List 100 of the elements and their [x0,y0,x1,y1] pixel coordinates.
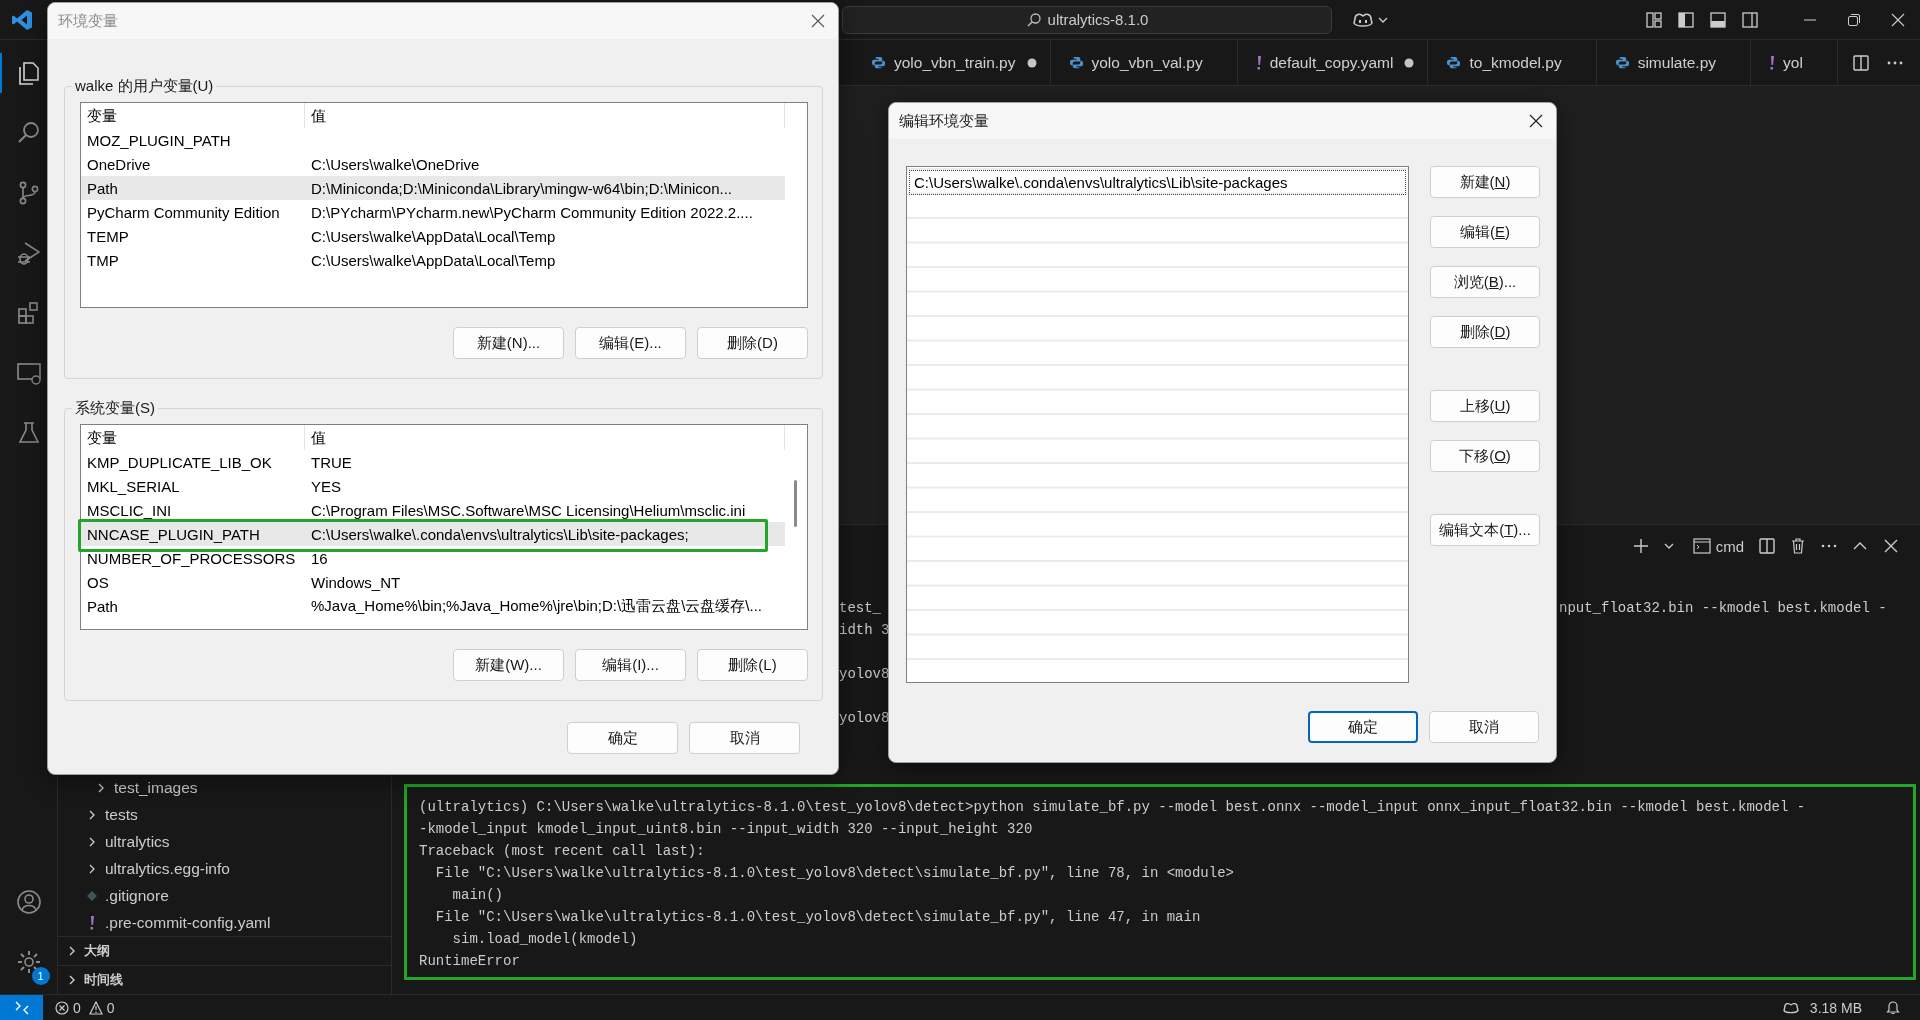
panel-toggle-icon[interactable] [1709,10,1727,29]
list-row[interactable]: OneDrive C:\Users\walke\OneDrive [81,152,785,176]
dialog-button[interactable]: 浏览(B)... [1430,266,1540,298]
editor-tab[interactable]: yol [1751,40,1838,85]
warning-count[interactable]: 0 [106,999,115,1016]
editor-tab[interactable]: yolo_vbn_val.py [1050,40,1238,85]
error-count[interactable]: 0 [73,999,81,1016]
editor-tab[interactable]: default_copy.yaml [1237,40,1429,85]
dialog-button[interactable]: 编辑(E)... [575,327,686,359]
remote-icon [14,1000,29,1015]
variable-name: Path [86,597,119,615]
column-header[interactable]: 变量 [81,425,305,450]
list-row[interactable]: MKL_SERIAL YES [81,474,785,498]
close-icon[interactable] [1528,113,1544,129]
group-title: walke 的用户变量(U) [74,77,215,96]
dialog-button[interactable]: 取消 [1429,711,1539,743]
exclamation-icon [1255,55,1262,70]
bell-icon[interactable] [1886,1000,1900,1015]
dialog-button[interactable]: 编辑(I)... [575,649,686,681]
list-row[interactable]: C:\Users\walke\.conda\envs\ultralytics\Lib\site-packages [909,170,1406,195]
dialog-button[interactable]: 新建(W)... [453,649,564,681]
dialog-button[interactable]: 新建(N) [1430,166,1540,198]
tree-item[interactable]: tests [58,801,391,828]
file-type-icon [1446,55,1462,70]
dialog-button[interactable]: 确定 [567,722,678,754]
terminal-line: File "C:\Users\walke\ultralytics-8.1.0\test_yolov8\detect\simulate_bf.py", line 47, in main [434,908,1201,927]
search-icon [1025,11,1042,28]
dialog-button[interactable]: 下移(O) [1430,440,1540,472]
column-header[interactable]: 变量 [81,103,305,128]
list-row[interactable]: Path %Java_Home%\bin;%Java_Home%\jre\bin;D:\迅雷云盘\云盘缓存\... [81,594,785,618]
editor-tab[interactable]: to_kmodel.py [1428,40,1597,85]
variable-value: C:\Program Files\MSC.Software\MSC Licensing\Helium\msclic.ini [311,501,746,519]
section-header[interactable]: 时间线 [58,965,391,994]
editor-tab[interactable]: yolo_vbn_train.py [853,40,1051,85]
list-row[interactable]: OS Windows_NT [81,570,785,594]
terminal-icon [1692,538,1711,554]
variable-name: TEMP [86,227,130,245]
group-title: 系统变量(S) [74,399,156,418]
search-field[interactable]: ultralytics-8.1.0 [842,5,1332,34]
variable-value: D:\PYcharm\PYcharm.new\PyCharm Community Edition 2022.2.... [311,203,753,221]
list-row[interactable]: TEMP C:\Users\walke\AppData\Local\Temp [81,224,785,248]
dialog-button[interactable]: 删除(D) [697,327,808,359]
restore-icon[interactable] [1847,12,1861,27]
dialog-button[interactable]: 取消 [689,722,800,754]
error-icon[interactable] [55,1000,69,1015]
section-header[interactable]: 大纲 [58,936,391,965]
list-row[interactable]: NNCASE_PLUGIN_PATH C:\Users\walke\.conda\envs\ultralytics\Lib\site-packages; [81,522,785,546]
variable-name: OneDrive [86,155,152,173]
layout-icon[interactable] [1645,10,1663,29]
variable-name: PyCharm Community Edition [86,203,281,221]
secondary-sidebar-icon[interactable] [1741,10,1759,29]
split-terminal-icon[interactable] [1759,538,1775,554]
terminal-line: -kmodel_input kmodel_input_uint8.bin --input_width 320 --input_height 320 [419,820,1033,839]
variable-value: YES [311,477,341,495]
list-row[interactable]: MOZ_PLUGIN_PATH [81,128,785,152]
account-icon[interactable] [14,888,43,916]
tree-item[interactable]: test_images [58,774,391,801]
tree-item[interactable]: ultralytics [58,828,391,855]
dialog-button[interactable]: 上移(U) [1430,390,1540,422]
variable-name: MSCLIC_INI [86,501,173,519]
close-icon[interactable] [810,13,826,29]
dialog-button[interactable]: 编辑(E) [1430,216,1540,248]
list-row[interactable]: MSCLIC_INI C:\Program Files\MSC.Software\MSC Licensing\Helium\msclic.ini [81,498,785,522]
editor-tab[interactable]: simulate.py [1596,40,1752,85]
variable-name: NNCASE_PLUGIN_PATH [86,525,261,543]
column-header[interactable]: 值 [305,425,785,450]
dialog-button[interactable]: 删除(D) [1430,316,1540,348]
split-editor-icon[interactable] [1852,53,1870,72]
tree-item[interactable]: .gitignore [58,882,391,909]
terminal-line: idth 3 [839,622,890,638]
tree-item[interactable]: .pre-commit-config.yaml [58,909,391,936]
variable-value: TRUE [311,453,352,471]
scrollbar[interactable] [794,480,797,527]
file-type-icon [1068,55,1084,70]
sidebar-toggle-icon[interactable] [1677,10,1695,29]
dialog-button[interactable]: 删除(L) [697,649,808,681]
variable-name: OS [86,573,110,591]
terminal-profile-label[interactable]: cmd [1715,537,1744,555]
dialog-button[interactable]: 新建(N)... [453,327,564,359]
list-row[interactable]: KMP_DUPLICATE_LIB_OK TRUE [81,450,785,474]
list-row[interactable]: PyCharm Community Edition D:\PYcharm\PYcharm.new\PyCharm Community Edition 2022.2.... [81,200,785,224]
list-row[interactable]: NUMBER_OF_PROCESSORS 16 [81,546,785,570]
tree-item[interactable]: ultralytics.egg-info [58,855,391,882]
variable-value: D:\Miniconda;D:\Miniconda\Library\mingw-w64\bin;D:\Minicon... [311,179,732,197]
list-row[interactable]: Path D:\Miniconda;D:\Miniconda\Library\mingw-w64\bin;D:\Minicon... [81,176,785,200]
chevron-down-icon[interactable] [1663,541,1674,551]
window-title: 环境变量 [58,11,118,31]
goggles-icon[interactable] [1781,1000,1800,1015]
warning-icon[interactable] [88,1000,103,1015]
memory-usage[interactable]: 3.18 MB [1809,999,1862,1016]
column-header[interactable]: 值 [305,103,785,128]
plus-icon[interactable] [1632,538,1649,554]
dialog-button[interactable]: 编辑文本(T)... [1430,514,1540,546]
file-type-icon [871,55,886,70]
variable-value: 16 [311,549,328,567]
terminal-line: sim.load_model(kmodel) [451,930,638,949]
list-row[interactable]: TMP C:\Users\walke\AppData\Local\Temp [81,248,785,272]
trash-icon[interactable] [1790,538,1806,554]
terminal-line: RuntimeError [419,952,520,971]
dialog-button[interactable]: 确定 [1308,711,1418,743]
